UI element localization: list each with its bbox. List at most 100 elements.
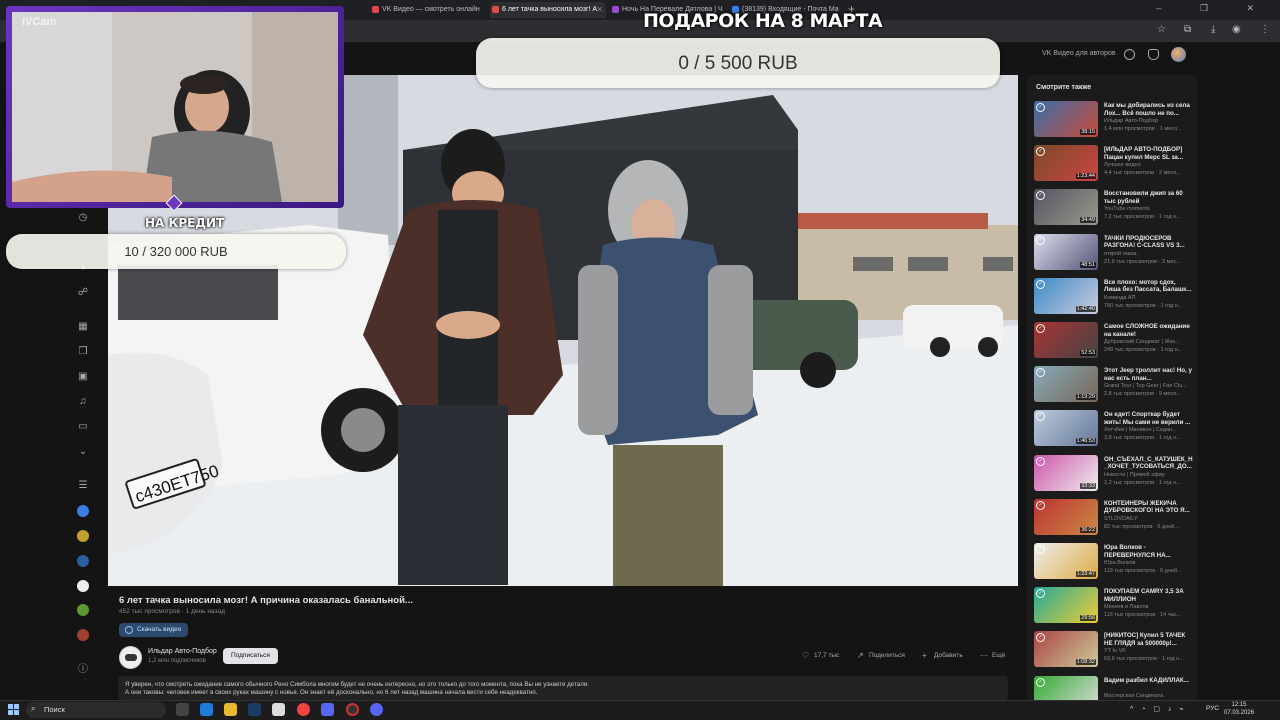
music-icon[interactable]: ♫ bbox=[76, 395, 90, 409]
related-video-item[interactable]: ✓ 1:23:47 Юра Волков - ПЕРЕВЕРНУЛСЯ НА... Ю… bbox=[1034, 543, 1194, 583]
related-video-title[interactable]: Все плохо: мотор сдох, Лиша без Пассата,… bbox=[1104, 279, 1194, 295]
windows-start-icon[interactable] bbox=[8, 704, 20, 716]
discord-icon[interactable] bbox=[370, 703, 383, 716]
more-button[interactable]: ⋯ Ещё bbox=[980, 648, 1005, 664]
related-video-title[interactable]: Юра Волков - ПЕРЕВЕРНУЛСЯ НА... bbox=[1104, 544, 1194, 560]
chrome-icon[interactable] bbox=[297, 703, 310, 716]
extensions-icon[interactable]: ⧉ bbox=[1184, 24, 1191, 35]
library-icon[interactable]: ❒ bbox=[76, 345, 90, 359]
share-button[interactable]: ↗ Поделиться bbox=[857, 648, 905, 664]
add-button[interactable]: + Добавить bbox=[922, 648, 963, 664]
related-video-item[interactable]: ✓ 1:23:44 [ИЛЬДАР АВТО-ПОДБОР] Пацан купил… bbox=[1034, 145, 1194, 185]
related-video-channel[interactable]: Grand Tour | Top Gear | Fan Clu... bbox=[1104, 383, 1194, 389]
like-button[interactable]: ♡ 17,7 тыс bbox=[802, 648, 839, 664]
subscription-avatar[interactable] bbox=[77, 530, 89, 542]
related-video-channel[interactable]: Мастерская Синдиката bbox=[1104, 693, 1194, 699]
subscription-avatar[interactable] bbox=[77, 604, 89, 616]
history-icon[interactable]: ◷ bbox=[76, 211, 90, 225]
video-description[interactable]: Я уверен, что смотреть ожидание самого о… bbox=[118, 676, 1008, 700]
system-tray-icons[interactable]: ^ ◔ ▢ ♪ ⌁ bbox=[1130, 705, 1187, 713]
related-video-title[interactable]: ТАЧКИ ПРОДЮСЕРОВ РАЗГОНА! C-CLASS VS 3..… bbox=[1104, 235, 1194, 251]
related-video-title[interactable]: Этот Jeep троллит нас! Но, у нас есть пл… bbox=[1104, 367, 1194, 383]
shows-icon[interactable]: ▣ bbox=[76, 370, 90, 384]
steam-icon[interactable] bbox=[248, 703, 261, 716]
related-video-thumbnail[interactable]: ✓ 1:23:44 bbox=[1034, 145, 1098, 182]
browser-menu-icon[interactable]: ⋮ bbox=[1260, 24, 1270, 35]
related-video-title[interactable]: Самое СЛОЖНОЕ ожидание на канале! bbox=[1104, 323, 1194, 339]
related-video-title[interactable]: [ИЛЬДАР АВТО-ПОДБОР] Пацан купил Мерс SL… bbox=[1104, 146, 1194, 162]
related-video-title[interactable]: Он едет! Спорткар будет жить! Мы сами не… bbox=[1104, 411, 1194, 427]
related-video-thumbnail[interactable]: ✓ 36:22 bbox=[1034, 498, 1098, 535]
related-video-title[interactable]: КОНТЕЙНЕРЫ ЖЕКИЧА ДУБРОВСКОГО! НА ЭТО Я.… bbox=[1104, 500, 1194, 516]
close-tab-icon[interactable]: ✕ bbox=[596, 2, 603, 18]
subscribe-button[interactable]: Подписаться bbox=[223, 648, 278, 664]
edge-icon[interactable] bbox=[200, 703, 213, 716]
related-video-thumbnail[interactable]: ✓ 1:08:32 bbox=[1034, 631, 1098, 668]
related-video-channel[interactable]: Новости | Прямой эфир bbox=[1104, 472, 1194, 478]
related-video-thumbnail[interactable]: ✓ 1:19:29 bbox=[1034, 366, 1098, 403]
related-video-channel[interactable]: Лучшее видео bbox=[1104, 162, 1194, 168]
obs-icon[interactable] bbox=[346, 703, 359, 716]
info-icon[interactable]: ⓘ bbox=[76, 663, 90, 677]
subscription-avatar[interactable] bbox=[77, 580, 89, 592]
related-video-thumbnail[interactable]: ✓ 29:56 bbox=[1034, 587, 1098, 624]
related-video-title[interactable]: [НИКИТОС] Купил 5 ТАЧЕК НЕ ГЛЯДЯ за 5000… bbox=[1104, 632, 1194, 648]
related-video-channel[interactable]: YouTube moments bbox=[1104, 206, 1194, 212]
bookmark-star-icon[interactable]: ☆ bbox=[1157, 24, 1166, 35]
related-video-channel[interactable]: Дубровский Синдикат | Жек... bbox=[1104, 339, 1194, 345]
related-video-title[interactable]: Как мы добирались из села Лох... Всё пош… bbox=[1104, 102, 1194, 118]
related-video-title[interactable]: Восстановили джип за 60 тыс рублей bbox=[1104, 190, 1194, 206]
browser-tab-current-video[interactable]: 6 лет тачка выносила мозг! А ✕ bbox=[490, 2, 606, 18]
related-video-thumbnail[interactable]: ✓ 34:49 bbox=[1034, 189, 1098, 226]
download-video-button[interactable]: Скачать видео bbox=[119, 623, 189, 637]
subscription-avatar[interactable] bbox=[77, 555, 89, 567]
subscriptions-icon[interactable]: ☍ bbox=[76, 286, 90, 300]
related-video-item[interactable]: ✓ 1:08:32 [НИКИТОС] Купил 5 ТАЧЕК НЕ ГЛЯДЯ… bbox=[1034, 631, 1194, 671]
window-controls[interactable]: – ❐ ✕ bbox=[1156, 3, 1272, 14]
channel-name[interactable]: Ильдар Авто-Подбор bbox=[148, 648, 217, 655]
related-video-channel[interactable]: Михеев и Павлов bbox=[1104, 604, 1194, 610]
related-video-title[interactable]: ОН_СЪЕХАЛ_С_КАТУШЕК_Н _ХОЧЕТ_ТУСОВАТЬСЯ_… bbox=[1104, 456, 1194, 472]
related-video-channel[interactable]: YT to VK bbox=[1104, 648, 1194, 654]
telegram-icon[interactable] bbox=[321, 703, 334, 716]
related-video-item[interactable]: ✓ 48:51 ТАЧКИ ПРОДЮСЕРОВ РАЗГОНА! C-CLASS … bbox=[1034, 233, 1194, 274]
notifications-bell-icon[interactable] bbox=[1148, 49, 1159, 60]
chevron-down-icon[interactable]: ⌄ bbox=[76, 445, 90, 459]
vk-for-authors-link[interactable]: VK Видео для авторов bbox=[1042, 50, 1116, 57]
subscription-avatar[interactable] bbox=[77, 505, 89, 517]
profile-icon[interactable]: ◉ bbox=[1232, 24, 1241, 35]
input-language[interactable]: РУС bbox=[1206, 705, 1219, 712]
related-video-channel[interactable]: Хетчбек | Минивэн | Седан... bbox=[1104, 427, 1194, 433]
related-video-thumbnail[interactable]: ✓ 52:53 bbox=[1034, 322, 1098, 358]
task-view-icon[interactable] bbox=[176, 703, 189, 716]
related-video-channel[interactable]: открой гоаха. bbox=[1104, 251, 1194, 257]
related-video-channel[interactable]: Команда АП bbox=[1104, 295, 1194, 301]
related-video-item[interactable]: ✓ 1:19:29 Этот Jeep троллит нас! Но, у нас… bbox=[1034, 366, 1194, 406]
notepad-icon[interactable] bbox=[272, 703, 285, 716]
related-video-thumbnail[interactable]: ✓ 48:51 bbox=[1034, 233, 1098, 270]
related-video-item[interactable]: ✓ 38:15 Как мы добирались из села Лох... В… bbox=[1034, 101, 1194, 141]
related-video-thumbnail[interactable]: ✓ 1:23:47 bbox=[1034, 543, 1098, 579]
related-video-item[interactable]: ✓ 36:22 КОНТЕЙНЕРЫ ЖЕКИЧА ДУБРОВСКОГО! НА … bbox=[1034, 498, 1194, 539]
user-avatar[interactable] bbox=[1171, 47, 1186, 62]
related-video-channel[interactable]: STLOVDAILY bbox=[1104, 516, 1194, 522]
browser-tab-vk-video[interactable]: VK Видео — смотреть онлайн bbox=[370, 2, 488, 18]
list-icon[interactable]: ☰ bbox=[76, 479, 90, 493]
related-video-channel[interactable]: Ильдар Авто-Подбор bbox=[1104, 118, 1194, 124]
related-video-channel[interactable]: Юра Волков bbox=[1104, 560, 1194, 566]
related-video-title[interactable]: ПОКУПАЕМ CAMRY 3,5 ЗА МИЛЛИОН bbox=[1104, 588, 1194, 604]
clips-icon[interactable]: ▦ bbox=[76, 320, 90, 334]
taskbar-clock[interactable]: 12:15 07.03.2026 bbox=[1224, 701, 1254, 717]
download-icon[interactable]: ⤓ bbox=[1211, 24, 1215, 35]
related-video-item[interactable]: ✓ 1:42:40 Все плохо: мотор сдох, Лиша без … bbox=[1034, 277, 1194, 318]
file-explorer-icon[interactable] bbox=[224, 703, 237, 716]
related-video-item[interactable]: ✓ 34:49 Восстановили джип за 60 тыс рублей… bbox=[1034, 189, 1194, 229]
upload-icon[interactable] bbox=[1124, 49, 1135, 60]
subscription-avatar[interactable] bbox=[77, 629, 89, 641]
related-video-item[interactable]: ✓ 33:33 ОН_СЪЕХАЛ_С_КАТУШЕК_Н _ХОЧЕТ_ТУСОВ… bbox=[1034, 454, 1194, 495]
related-video-thumbnail[interactable]: ✓ 38:15 bbox=[1034, 101, 1098, 137]
related-video-title[interactable]: Вадим разбил КАДИЛЛАК... bbox=[1104, 677, 1194, 693]
related-video-item[interactable]: ✓ 29:56 ПОКУПАЕМ CAMRY 3,5 ЗА МИЛЛИОН Михее… bbox=[1034, 587, 1194, 627]
tv-icon[interactable]: ▭ bbox=[76, 420, 90, 434]
channel-avatar[interactable] bbox=[119, 646, 142, 669]
